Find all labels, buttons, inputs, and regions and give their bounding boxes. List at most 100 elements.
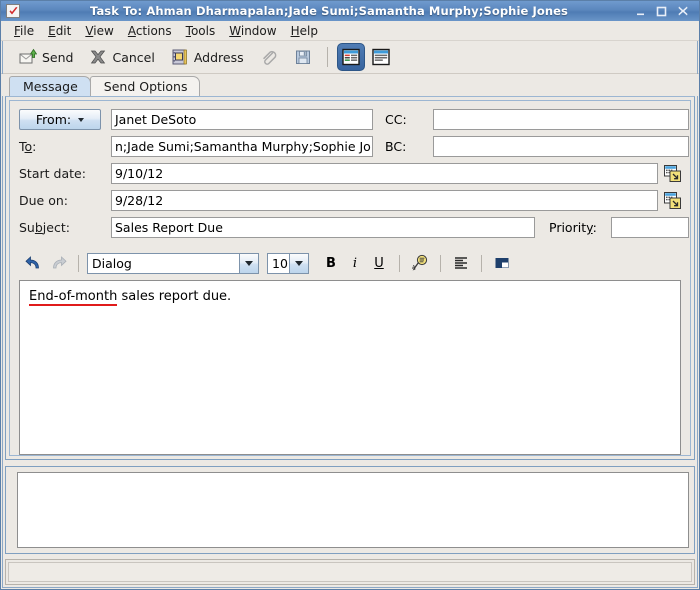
italic-label: i [352, 255, 358, 271]
underline-label: U [374, 255, 384, 271]
message-body-editor[interactable]: End-of-month sales report due. [19, 280, 681, 455]
tab-send-options[interactable]: Send Options [89, 76, 201, 96]
font-family-value: Dialog [92, 255, 132, 271]
to-input[interactable]: n;Jade Sumi;Samantha Murphy;Sophie Jones [111, 136, 373, 157]
from-button-label: From: [35, 112, 72, 127]
align-left-icon [455, 257, 467, 269]
to-label: To: [19, 139, 37, 154]
attach-button[interactable] [252, 44, 286, 70]
from-button[interactable]: From: [19, 109, 101, 130]
svg-text:A: A [412, 265, 416, 271]
redo-button[interactable] [46, 252, 70, 274]
row-due-on: Due on: 9/28/12 [19, 190, 681, 211]
format-separator [481, 254, 482, 272]
format-separator [399, 254, 400, 272]
start-date-label: Start date: [19, 166, 86, 181]
maximize-icon[interactable] [655, 5, 668, 18]
message-panel: From: Janet DeSoto CC: To: n;Jade Sumi;S… [5, 96, 695, 460]
view-compact-icon [341, 48, 360, 66]
bc-label: BC: [385, 139, 407, 154]
toolbar-separator [326, 47, 328, 67]
address-label: Address [193, 49, 244, 65]
menu-edit[interactable]: Edit [41, 22, 78, 40]
format-toolbar: Dialog 10 B i U A [10, 248, 690, 278]
font-size-select[interactable]: 10 [267, 252, 309, 274]
cc-input[interactable] [433, 109, 689, 130]
cancel-x-icon [91, 50, 106, 64]
main-toolbar: Send Cancel Address [1, 41, 699, 74]
status-bar [5, 559, 695, 585]
tab-send-options-label: Send Options [103, 79, 188, 94]
send-button[interactable]: Send [11, 44, 81, 70]
italic-button[interactable]: i [343, 252, 367, 274]
chevron-down-icon [239, 253, 258, 273]
bc-input[interactable] [433, 136, 689, 157]
tab-strip: Message Send Options [1, 74, 699, 96]
start-date-calendar-icon[interactable] [663, 165, 681, 183]
undo-button[interactable] [22, 252, 46, 274]
menu-help[interactable]: Help [284, 22, 325, 40]
bold-button[interactable]: B [319, 252, 343, 274]
due-on-calendar-icon[interactable] [663, 192, 681, 210]
misspelled-word: End-of-month [29, 289, 118, 306]
due-on-label: Due on: [19, 193, 68, 208]
view-detail-button[interactable] [367, 43, 395, 71]
window-controls [634, 5, 689, 18]
priority-input[interactable] [611, 217, 689, 238]
menu-window[interactable]: Window [222, 22, 283, 40]
spellcheck-icon: A [412, 254, 428, 271]
minimize-icon[interactable] [634, 5, 647, 18]
view-compact-button[interactable] [336, 43, 365, 71]
start-date-input[interactable]: 9/10/12 [111, 163, 658, 184]
body-rest-text: sales report due. [117, 289, 232, 304]
row-to: To: n;Jade Sumi;Samantha Murphy;Sophie J… [19, 136, 689, 157]
cancel-label: Cancel [112, 49, 155, 65]
message-panel-inner: From: Janet DeSoto CC: To: n;Jade Sumi;S… [9, 100, 691, 456]
window-title: Task To: Ahman Dharmapalan;Jade Sumi;Sam… [89, 4, 568, 18]
cc-label: CC: [385, 112, 407, 127]
insert-object-button[interactable] [490, 252, 514, 274]
row-from: From: Janet DeSoto CC: [19, 109, 689, 130]
view-detail-icon [371, 48, 390, 66]
attachments-list[interactable] [17, 472, 689, 548]
menu-actions[interactable]: Actions [121, 22, 179, 40]
title-bar: Task To: Ahman Dharmapalan;Jade Sumi;Sam… [1, 1, 699, 21]
redo-arrow-icon [53, 256, 67, 269]
format-separator [78, 254, 79, 272]
font-family-select[interactable]: Dialog [87, 252, 259, 274]
underline-button[interactable]: U [367, 252, 391, 274]
menu-bar: File Edit View Actions Tools Window Help [1, 21, 699, 41]
menu-tools[interactable]: Tools [179, 22, 223, 40]
task-compose-window: Task To: Ahman Dharmapalan;Jade Sumi;Sam… [0, 0, 700, 590]
tab-message[interactable]: Message [9, 76, 91, 96]
message-body-text: End-of-month sales report due. [29, 288, 671, 306]
send-label: Send [42, 49, 74, 65]
chevron-down-icon [289, 253, 308, 273]
save-button[interactable] [286, 44, 320, 70]
priority-label: Priority: [549, 220, 597, 235]
align-left-button[interactable] [449, 252, 473, 274]
cancel-button[interactable]: Cancel [81, 44, 162, 70]
bold-label: B [326, 255, 336, 271]
address-button[interactable]: Address [163, 44, 252, 70]
menu-file[interactable]: File [7, 22, 41, 40]
format-separator [440, 254, 441, 272]
due-on-input[interactable]: 9/28/12 [111, 190, 658, 211]
floppy-save-icon [295, 50, 310, 64]
paperclip-icon [262, 50, 276, 65]
status-bar-text [8, 562, 692, 582]
send-mail-icon [19, 48, 37, 64]
red-check-icon [6, 4, 20, 18]
insert-object-icon [495, 258, 509, 268]
row-start-date: Start date: 9/10/12 [19, 163, 681, 184]
from-input[interactable]: Janet DeSoto [111, 109, 373, 130]
spellcheck-button[interactable]: A [408, 252, 432, 274]
header-form: From: Janet DeSoto CC: To: n;Jade Sumi;S… [10, 101, 690, 248]
undo-arrow-icon [25, 256, 39, 269]
row-subject: Subject: Sales Report Due Priority: [19, 217, 689, 238]
menu-view[interactable]: View [78, 22, 120, 40]
chevron-down-icon [78, 117, 85, 122]
address-book-icon [172, 49, 187, 65]
subject-input[interactable]: Sales Report Due [111, 217, 535, 238]
close-icon[interactable] [676, 5, 689, 18]
